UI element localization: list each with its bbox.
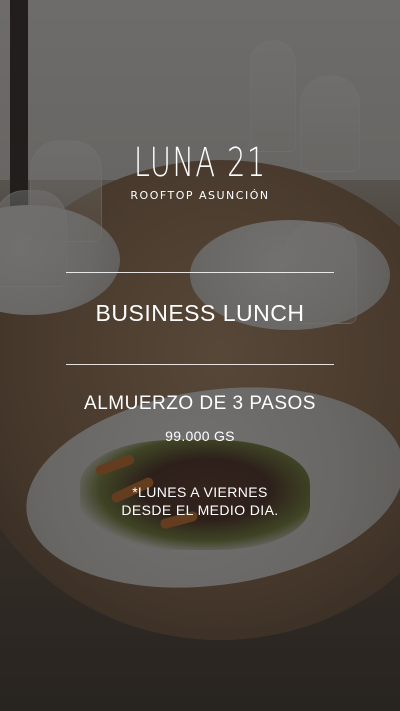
- promo-title: BUSINESS LUNCH: [95, 300, 305, 326]
- promo-note-line2: DESDE EL MEDIO DIA.: [121, 502, 279, 518]
- divider-bottom: [66, 364, 334, 365]
- divider-top: [66, 272, 334, 273]
- logo: LUNA 21 ROOFTOP ASUNCIÓN: [0, 135, 400, 202]
- promo-price: 99.000 GS: [165, 428, 235, 444]
- promo-note: *LUNES A VIERNES DESDE EL MEDIO DIA.: [0, 483, 400, 519]
- promo-card: LUNA 21 ROOFTOP ASUNCIÓN BUSINESS LUNCH …: [0, 0, 400, 711]
- promo-note-line1: *LUNES A VIERNES: [132, 484, 268, 500]
- promo-subtitle: ALMUERZO DE 3 PASOS: [84, 393, 316, 414]
- logo-name: LUNA 21: [133, 140, 267, 186]
